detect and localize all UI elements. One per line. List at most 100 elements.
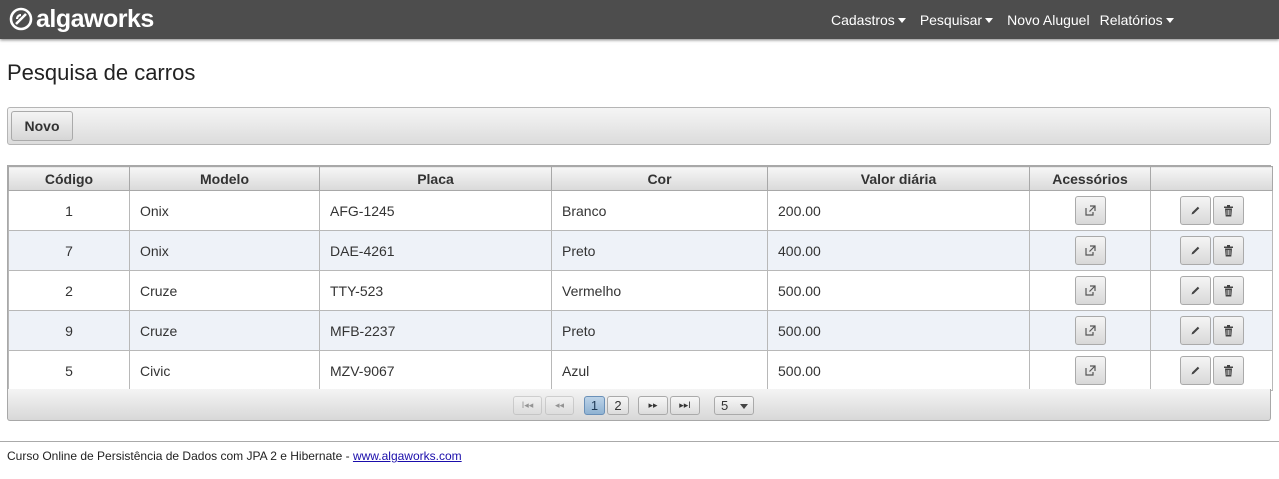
external-link-icon: [1084, 245, 1096, 256]
previous-page-button[interactable]: ◂◂: [545, 396, 574, 415]
new-car-button[interactable]: Novo: [11, 111, 73, 141]
delete-button[interactable]: [1212, 316, 1244, 345]
caret-down-icon: [985, 17, 994, 23]
algaworks-logo-icon: [9, 7, 33, 31]
cell-codigo: 5: [8, 350, 130, 391]
cell-cor: Vermelho: [551, 270, 768, 311]
toolbar: Novo: [7, 107, 1271, 145]
delete-button[interactable]: [1212, 276, 1244, 305]
external-link-icon: [1084, 205, 1096, 216]
next-page-button[interactable]: ▸▸: [638, 396, 668, 415]
menu-novo-aluguel[interactable]: Novo Aluguel: [1007, 12, 1090, 28]
cell-modelo: Cruze: [129, 270, 320, 311]
column-header-placa[interactable]: Placa: [319, 166, 552, 191]
cell-placa: MZV-9067: [319, 350, 552, 391]
cell-placa: AFG-1245: [319, 190, 552, 231]
pencil-icon: [1190, 325, 1201, 336]
delete-button[interactable]: [1212, 236, 1244, 265]
edit-button[interactable]: [1179, 276, 1211, 305]
logo-text: algaworks: [36, 4, 154, 33]
cell-cor: Preto: [551, 230, 768, 271]
cell-valor-diaria: 500.00: [767, 310, 1030, 351]
cell-actions: [1150, 190, 1273, 231]
table-row[interactable]: 5 Civic MZV-9067 Azul 500.00: [8, 350, 1273, 391]
external-link-icon: [1084, 365, 1096, 376]
paginator: I◂◂ ◂◂ 1 2 ▸▸ ▸▸I 5: [7, 389, 1271, 421]
cell-placa: DAE-4261: [319, 230, 552, 271]
column-header-codigo[interactable]: Código: [8, 166, 130, 191]
cell-codigo: 1: [8, 190, 130, 231]
menu-cadastros[interactable]: Cadastros: [831, 12, 906, 28]
cell-acessorios: [1029, 230, 1151, 271]
delete-button[interactable]: [1212, 196, 1244, 225]
accessories-button[interactable]: [1074, 276, 1106, 305]
top-navbar: algaworks Cadastros Pesquisar Novo Alugu…: [0, 0, 1279, 39]
trash-icon: [1223, 364, 1234, 377]
accessories-button[interactable]: [1074, 356, 1106, 385]
cell-codigo: 2: [8, 270, 130, 311]
caret-down-icon: [1165, 17, 1174, 23]
cell-acessorios: [1029, 310, 1151, 351]
cell-placa: MFB-2237: [319, 310, 552, 351]
menu-cadastros-label: Cadastros: [831, 11, 895, 28]
cell-acessorios: [1029, 350, 1151, 391]
table-row[interactable]: 9 Cruze MFB-2237 Preto 500.00: [8, 310, 1273, 351]
cell-actions: [1150, 230, 1273, 271]
menu-relatorios-label: Relatórios: [1099, 11, 1163, 28]
column-header-acessorios[interactable]: Acessórios: [1029, 166, 1151, 191]
cell-valor-diaria: 500.00: [767, 350, 1030, 391]
cell-actions: [1150, 310, 1273, 351]
footer-text: Curso Online de Persistência de Dados co…: [7, 449, 353, 463]
column-header-actions: [1150, 166, 1273, 191]
edit-button[interactable]: [1179, 236, 1211, 265]
trash-icon: [1223, 284, 1234, 297]
cell-modelo: Onix: [129, 230, 320, 271]
page-title: Pesquisa de carros: [7, 60, 196, 85]
pencil-icon: [1190, 205, 1201, 216]
table-row[interactable]: 1 Onix AFG-1245 Branco 200.00: [8, 190, 1273, 231]
page-1-button[interactable]: 1: [584, 396, 605, 415]
cars-table: Código Modelo Placa Cor Valor diária Ace…: [7, 165, 1273, 392]
menu-relatorios[interactable]: Relatórios: [1100, 12, 1174, 28]
footer-link[interactable]: www.algaworks.com: [353, 449, 462, 463]
page-2-button[interactable]: 2: [607, 396, 629, 415]
cell-cor: Branco: [551, 190, 768, 231]
menu-pesquisar[interactable]: Pesquisar: [919, 11, 994, 28]
cell-placa: TTY-523: [319, 270, 552, 311]
delete-button[interactable]: [1212, 356, 1244, 385]
caret-down-icon: [897, 17, 906, 23]
cell-acessorios: [1029, 270, 1151, 311]
last-page-button[interactable]: ▸▸I: [670, 396, 700, 415]
first-page-button[interactable]: I◂◂: [513, 396, 542, 415]
table-header-row: Código Modelo Placa Cor Valor diária Ace…: [8, 166, 1273, 191]
rows-per-page-select[interactable]: 5: [714, 396, 754, 415]
table-row[interactable]: 7 Onix DAE-4261 Preto 400.00: [8, 230, 1273, 271]
trash-icon: [1223, 244, 1234, 257]
cell-valor-diaria: 400.00: [767, 230, 1030, 271]
trash-icon: [1223, 324, 1234, 337]
cell-actions: [1150, 350, 1273, 391]
column-header-modelo[interactable]: Modelo: [129, 166, 320, 191]
column-header-cor[interactable]: Cor: [551, 166, 768, 191]
edit-button[interactable]: [1179, 316, 1211, 345]
cell-valor-diaria: 500.00: [767, 270, 1030, 311]
menu-pesquisar-label: Pesquisar: [919, 11, 983, 28]
main-menu: Cadastros Pesquisar Novo Aluguel Relatór…: [831, 0, 1188, 39]
cell-valor-diaria: 200.00: [767, 190, 1030, 231]
footer: Curso Online de Persistência de Dados co…: [7, 449, 462, 463]
footer-divider: [0, 441, 1279, 442]
accessories-button[interactable]: [1074, 316, 1106, 345]
column-header-valor-diaria[interactable]: Valor diária: [767, 166, 1030, 191]
accessories-button[interactable]: [1074, 236, 1106, 265]
cell-cor: Azul: [551, 350, 768, 391]
table-row[interactable]: 2 Cruze TTY-523 Vermelho 500.00: [8, 270, 1273, 311]
edit-button[interactable]: [1179, 356, 1211, 385]
accessories-button[interactable]: [1074, 196, 1106, 225]
cell-modelo: Cruze: [129, 310, 320, 351]
external-link-icon: [1084, 325, 1096, 336]
edit-button[interactable]: [1179, 196, 1211, 225]
cell-codigo: 9: [8, 310, 130, 351]
cell-modelo: Onix: [129, 190, 320, 231]
rows-per-page-value: 5: [721, 398, 729, 413]
algaworks-logo[interactable]: algaworks: [9, 4, 154, 34]
